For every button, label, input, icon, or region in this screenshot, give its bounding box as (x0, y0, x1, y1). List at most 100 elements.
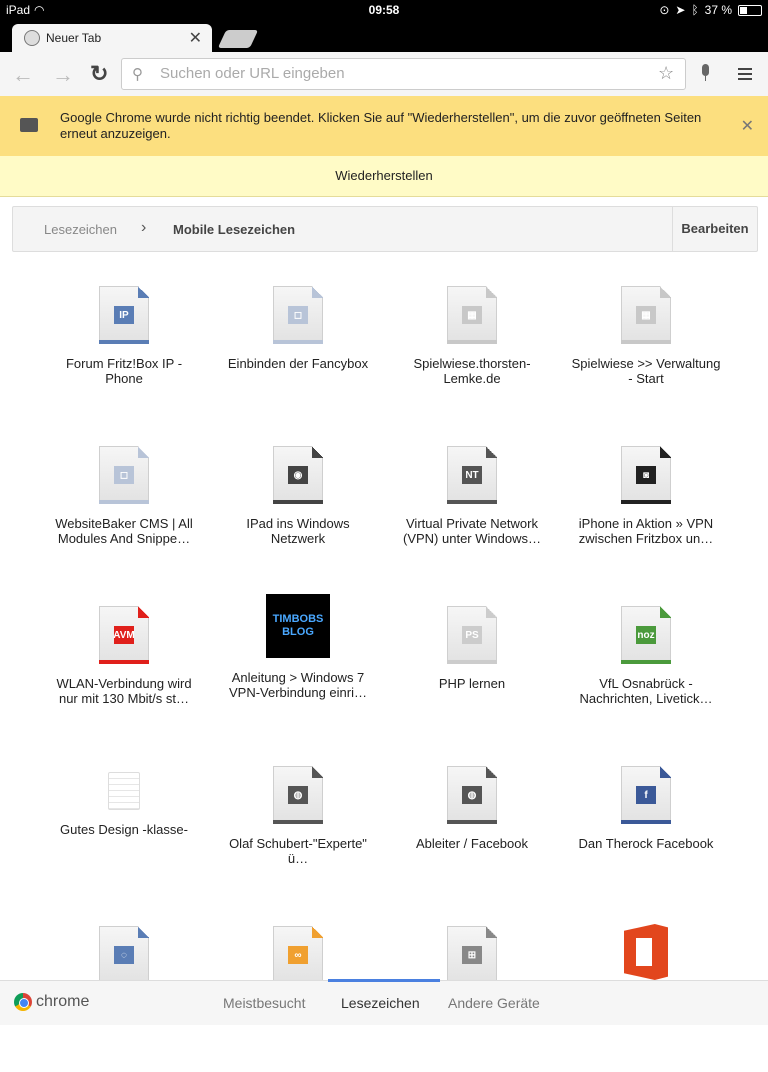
bookmark-item[interactable]: TIMBOBS BLOG Anleitung > Windows 7 VPN-Ve… (211, 592, 385, 752)
ip-phone-favicon: IP (99, 286, 149, 344)
chrome-label: chrome (36, 993, 90, 1010)
orange-favicon: ∞ (273, 926, 323, 984)
bookmark-label: VfL Osnabrück - Nachrichten, Livetick… (579, 676, 713, 706)
globe-icon (24, 30, 40, 46)
ps-favicon: PS (447, 606, 497, 664)
tab-other-devices[interactable]: Andere Geräte (448, 995, 540, 1011)
back-arrow-icon[interactable]: ← (12, 62, 34, 88)
bookmark-item[interactable]: IP Forum Fritz!Box IP - Phone (37, 272, 211, 432)
websitebaker-favicon: ◻ (99, 446, 149, 504)
microphone-icon[interactable] (702, 64, 709, 81)
browser-tab[interactable]: Neuer Tab ✕ (12, 24, 212, 52)
chat-favicon: ◙ (621, 446, 671, 504)
site-favicon: ▦ (447, 286, 497, 344)
bookmark-label: Spielwiese >> Verwaltung - Start (571, 356, 721, 386)
favicon-glyph: ∞ (288, 946, 308, 964)
bookmark-label: Virtual Private Network (VPN) unter Wind… (403, 516, 541, 546)
battery-fill (740, 6, 748, 14)
bookmark-label: IPad ins Windows Netzwerk (246, 516, 350, 546)
bookmark-label: iPhone in Aktion » VPN zwischen Fritzbox… (578, 516, 714, 546)
favicon-glyph: AVM (113, 626, 135, 644)
tab-most-visited[interactable]: Meistbesucht (223, 995, 305, 1011)
bottom-bar: chrome Meistbesucht Lesezeichen Andere G… (0, 979, 768, 1025)
breadcrumb-root[interactable]: Lesezeichen (44, 222, 117, 237)
office-icon (624, 924, 668, 980)
bookmark-label: Gutes Design -klasse- (60, 822, 188, 837)
breadcrumb-current: Mobile Lesezeichen (173, 222, 296, 237)
tab-strip: Neuer Tab ✕ (0, 20, 768, 52)
crash-infobar: Google Chrome wurde nicht richtig beende… (0, 96, 768, 157)
bookmark-label: Forum Fritz!Box IP - Phone (65, 356, 183, 386)
bookmark-item[interactable]: Gutes Design -klasse- (37, 752, 211, 912)
target-favicon: ◉ (273, 446, 323, 504)
location-icon: ➤ (675, 3, 686, 17)
bookmark-item[interactable]: noz VfL Osnabrück - Nachrichten, Livetick… (559, 592, 733, 752)
bookmark-label: Dan Therock Facebook (578, 836, 714, 851)
favicon-glyph: IP (114, 306, 134, 324)
favicon-glyph: f (636, 786, 656, 804)
reload-icon[interactable]: ↻ (90, 61, 108, 87)
fancybox-favicon: ◻ (273, 286, 323, 344)
bookmark-item[interactable]: ◍ Ableiter / Facebook (385, 752, 559, 912)
active-tab-indicator (328, 979, 440, 982)
bookmark-item[interactable]: f Dan Therock Facebook (559, 752, 733, 912)
favicon-glyph: ◙ (636, 466, 656, 484)
bookmark-label: Einbinden der Fancybox (227, 356, 369, 371)
bookmark-label: WebsiteBaker CMS | All Modules And Snipp… (55, 516, 193, 546)
battery-percent: 37 % (704, 3, 732, 17)
bookmark-item[interactable]: NT Virtual Private Network (VPN) unter Wi… (385, 432, 559, 592)
close-tab-icon[interactable]: ✕ (189, 28, 202, 48)
search-icon: ⚲ (132, 66, 143, 83)
circle-favicon: ◌ (99, 926, 149, 984)
bookmark-item[interactable]: PS PHP lernen (385, 592, 559, 752)
favicon-glyph: NT (462, 466, 482, 484)
bookmark-grid: IP Forum Fritz!Box IP - Phone ◻ Einbinden d… (37, 272, 731, 1072)
favicon-glyph: ◉ (288, 466, 308, 484)
chrome-brand: chrome (14, 993, 89, 1011)
bookmark-label: Spielwiese.thorsten-Lemke.de (413, 356, 531, 386)
bookmark-label: PHP lernen (438, 676, 506, 691)
menu-icon[interactable] (738, 68, 752, 83)
bookmark-item[interactable]: ◍ Olaf Schubert-"Experte" ü… (211, 752, 385, 912)
favicon-glyph: ◌ (114, 946, 134, 964)
search-input[interactable] (158, 64, 642, 83)
bookmark-item[interactable]: ◙ iPhone in Aktion » VPN zwischen Fritzbo… (559, 432, 733, 592)
omnibox[interactable]: ⚲ ☆ (121, 58, 709, 90)
globe-favicon: ◍ (273, 766, 323, 824)
favicon-glyph: ◍ (462, 786, 482, 804)
infobar-message: Google Chrome wurde nicht richtig beende… (60, 110, 702, 141)
timbobs-blog-thumbnail: TIMBOBS BLOG (266, 594, 330, 658)
favicon-glyph: ⊞ (462, 946, 482, 964)
noz-favicon: noz (621, 606, 671, 664)
close-infobar-icon[interactable]: ✕ (741, 116, 754, 136)
new-tab-button[interactable] (217, 30, 259, 48)
bookmark-label: WLAN-Verbindung wird nur mit 130 Mbit/s … (56, 676, 192, 706)
favicon-glyph: ◍ (288, 786, 308, 804)
battery-icon (738, 4, 762, 16)
bookmark-item[interactable]: ◉ IPad ins Windows Netzwerk (211, 432, 385, 592)
chrome-logo-icon (14, 993, 32, 1011)
site-favicon: ▦ (621, 286, 671, 344)
chevron-right-icon: › (141, 219, 147, 236)
nt-favicon: NT (447, 446, 497, 504)
bookmark-item[interactable]: ▦ Spielwiese >> Verwaltung - Start (559, 272, 733, 432)
toolbar: ← → ↻ ⚲ ☆ (0, 52, 768, 97)
forward-arrow-icon[interactable]: → (52, 62, 74, 88)
edit-button[interactable]: Bearbeiten (672, 207, 757, 251)
favicon-glyph: ◻ (114, 466, 134, 484)
bookmark-item[interactable]: ▦ Spielwiese.thorsten-Lemke.de (385, 272, 559, 432)
avm-favicon: AVM (99, 606, 149, 664)
bookmark-item[interactable]: AVM WLAN-Verbindung wird nur mit 130 Mbit… (37, 592, 211, 752)
bookmark-label: Ableiter / Facebook (415, 836, 528, 851)
bookmark-label: Olaf Schubert-"Experte" ü… (229, 836, 367, 866)
star-icon[interactable]: ☆ (658, 63, 674, 84)
facebook-favicon: f (621, 766, 671, 824)
bookmark-item[interactable]: ◻ WebsiteBaker CMS | All Modules And Snip… (37, 432, 211, 592)
favicon-glyph: ▦ (636, 306, 656, 324)
bookmark-item[interactable]: ◻ Einbinden der Fancybox (211, 272, 385, 432)
globe-favicon: ◍ (447, 766, 497, 824)
tab-bookmarks[interactable]: Lesezeichen (341, 995, 420, 1011)
status-bar: iPad ◠ 09:58 ⊙ ➤ ᛒ 37 % (0, 0, 768, 20)
rotation-lock-icon: ⊙ (659, 3, 670, 17)
restore-button[interactable]: Wiederherstellen (0, 156, 768, 197)
